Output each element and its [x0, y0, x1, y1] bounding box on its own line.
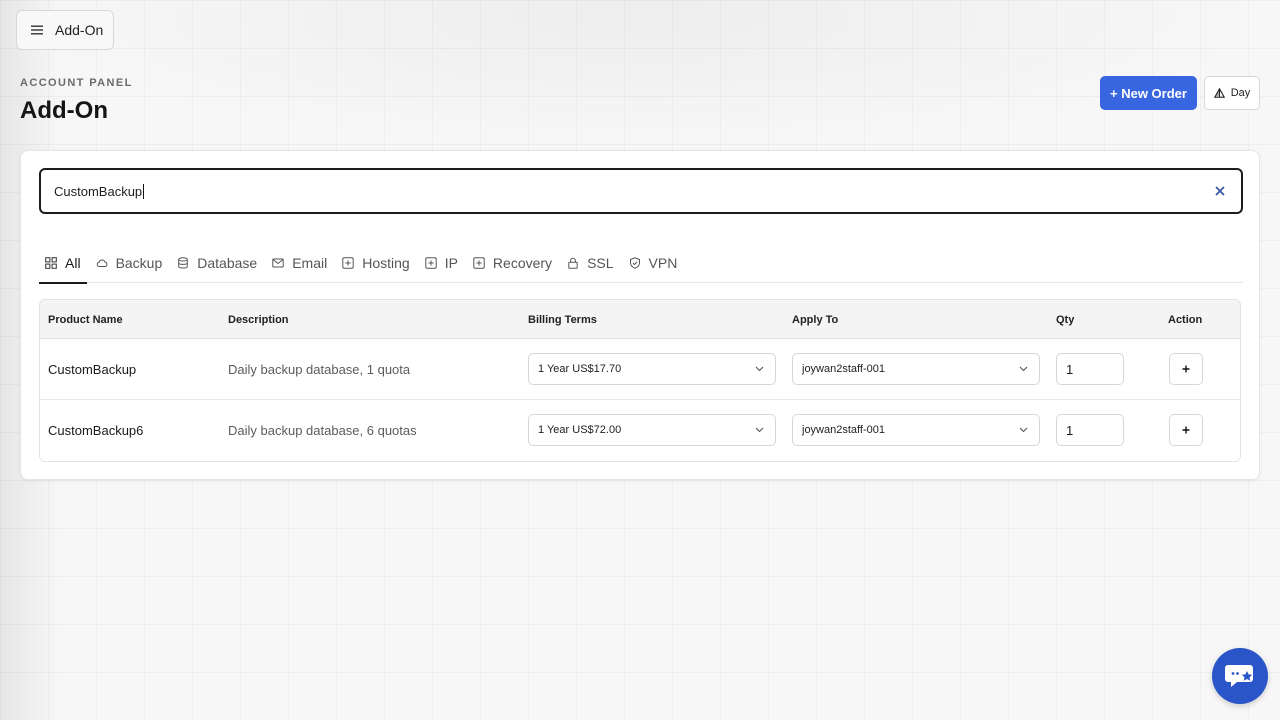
- billing-terms-select[interactable]: 1 Year US$17.70: [528, 353, 776, 385]
- tab-label: SSL: [587, 255, 614, 271]
- add-to-order-button[interactable]: [1169, 414, 1203, 446]
- addon-table: Product Name Description Billing Terms A…: [39, 299, 1241, 462]
- table-row: CustomBackup Daily backup database, 1 qu…: [40, 339, 1240, 400]
- cloud-icon: [96, 259, 107, 267]
- tab-all[interactable]: All: [39, 243, 87, 284]
- tab-label: Email: [292, 255, 328, 271]
- theme-icon: [1213, 88, 1225, 98]
- plus-square-icon: [342, 257, 354, 269]
- grid-icon: [45, 257, 57, 269]
- quantity-value: 1: [1066, 422, 1074, 438]
- billing-terms-value: 1 Year US$72.00: [538, 424, 622, 436]
- quantity-field[interactable]: 1: [1056, 414, 1124, 446]
- column-header-product-name: Product Name: [48, 314, 123, 326]
- close-icon[interactable]: [1214, 185, 1226, 197]
- chevron-down-icon: [755, 366, 764, 372]
- tab-label: Database: [197, 255, 258, 271]
- tab-label: All: [65, 255, 81, 271]
- tab-ip[interactable]: IP: [419, 243, 464, 283]
- quantity-value: 1: [1066, 361, 1074, 377]
- add-to-order-button[interactable]: [1169, 353, 1203, 385]
- lock-icon: [568, 257, 578, 269]
- chat-support-button[interactable]: [1212, 648, 1268, 704]
- menu-icon: [31, 25, 43, 35]
- apply-to-value: joywan2staff-001: [802, 363, 885, 375]
- column-header-action: Action: [1168, 314, 1203, 326]
- menu-button[interactable]: Add-On: [16, 10, 114, 50]
- tab-hosting[interactable]: Hosting: [336, 243, 415, 283]
- product-name: CustomBackup: [48, 362, 137, 377]
- plus-square-icon: [473, 257, 485, 269]
- database-icon: [178, 257, 189, 269]
- billing-terms-select[interactable]: 1 Year US$72.00: [528, 414, 776, 446]
- tab-recovery[interactable]: Recovery: [467, 243, 558, 283]
- new-order-button[interactable]: + New Order: [1100, 76, 1197, 110]
- quantity-field[interactable]: 1: [1056, 353, 1124, 385]
- chat-icon: [1225, 665, 1253, 687]
- tab-backup[interactable]: Backup: [90, 243, 169, 283]
- theme-toggle-button[interactable]: Day: [1204, 76, 1260, 110]
- tab-label: Hosting: [362, 255, 410, 271]
- chevron-down-icon: [1019, 427, 1028, 433]
- search-input-value: CustomBackup: [54, 183, 143, 199]
- plus-icon: [1182, 426, 1190, 434]
- tab-vpn[interactable]: VPN: [623, 243, 684, 283]
- billing-terms-value: 1 Year US$17.70: [538, 363, 622, 375]
- plus-icon: [1182, 365, 1190, 373]
- table-header: Product Name Description Billing Terms A…: [40, 300, 1240, 339]
- column-header-apply-to: Apply To: [792, 314, 839, 326]
- tab-ssl[interactable]: SSL: [561, 243, 619, 283]
- column-header-qty: Qty: [1056, 314, 1075, 326]
- tab-label: VPN: [648, 255, 678, 271]
- product-description: Daily backup database, 6 quotas: [228, 423, 417, 438]
- shield-icon: [629, 257, 640, 269]
- page-glow: [0, 0, 1280, 150]
- apply-to-value: joywan2staff-001: [802, 424, 885, 436]
- chevron-down-icon: [1019, 366, 1028, 372]
- tab-label: Recovery: [492, 255, 553, 271]
- tab-database[interactable]: Database: [171, 243, 263, 283]
- tab-label: Backup: [115, 255, 163, 271]
- tab-label: IP: [444, 255, 458, 271]
- category-tabs: All Backup Database Email Hosting IP Rec…: [39, 243, 1243, 284]
- tab-email[interactable]: Email: [266, 243, 333, 283]
- addon-card: CustomBackup All Backup Database Email H…: [20, 150, 1260, 480]
- theme-toggle-label: Day: [1230, 87, 1251, 99]
- product-name: CustomBackup6: [48, 423, 144, 438]
- column-header-billing-terms: Billing Terms: [528, 314, 597, 326]
- product-description: Daily backup database, 1 quota: [228, 362, 411, 377]
- column-header-description: Description: [228, 314, 289, 326]
- text-caret: [143, 183, 145, 199]
- menu-button-label: Add-On: [55, 22, 104, 38]
- page-title: Add-On: [20, 97, 108, 124]
- apply-to-select[interactable]: joywan2staff-001: [792, 414, 1040, 446]
- mail-icon: [272, 258, 284, 268]
- table-row: CustomBackup6 Daily backup database, 6 q…: [40, 400, 1240, 461]
- apply-to-select[interactable]: joywan2staff-001: [792, 353, 1040, 385]
- chevron-down-icon: [755, 427, 764, 433]
- plus-square-icon: [424, 257, 437, 269]
- search-input[interactable]: CustomBackup: [39, 168, 1243, 214]
- page-eyebrow: ACCOUNT PANEL: [20, 77, 133, 89]
